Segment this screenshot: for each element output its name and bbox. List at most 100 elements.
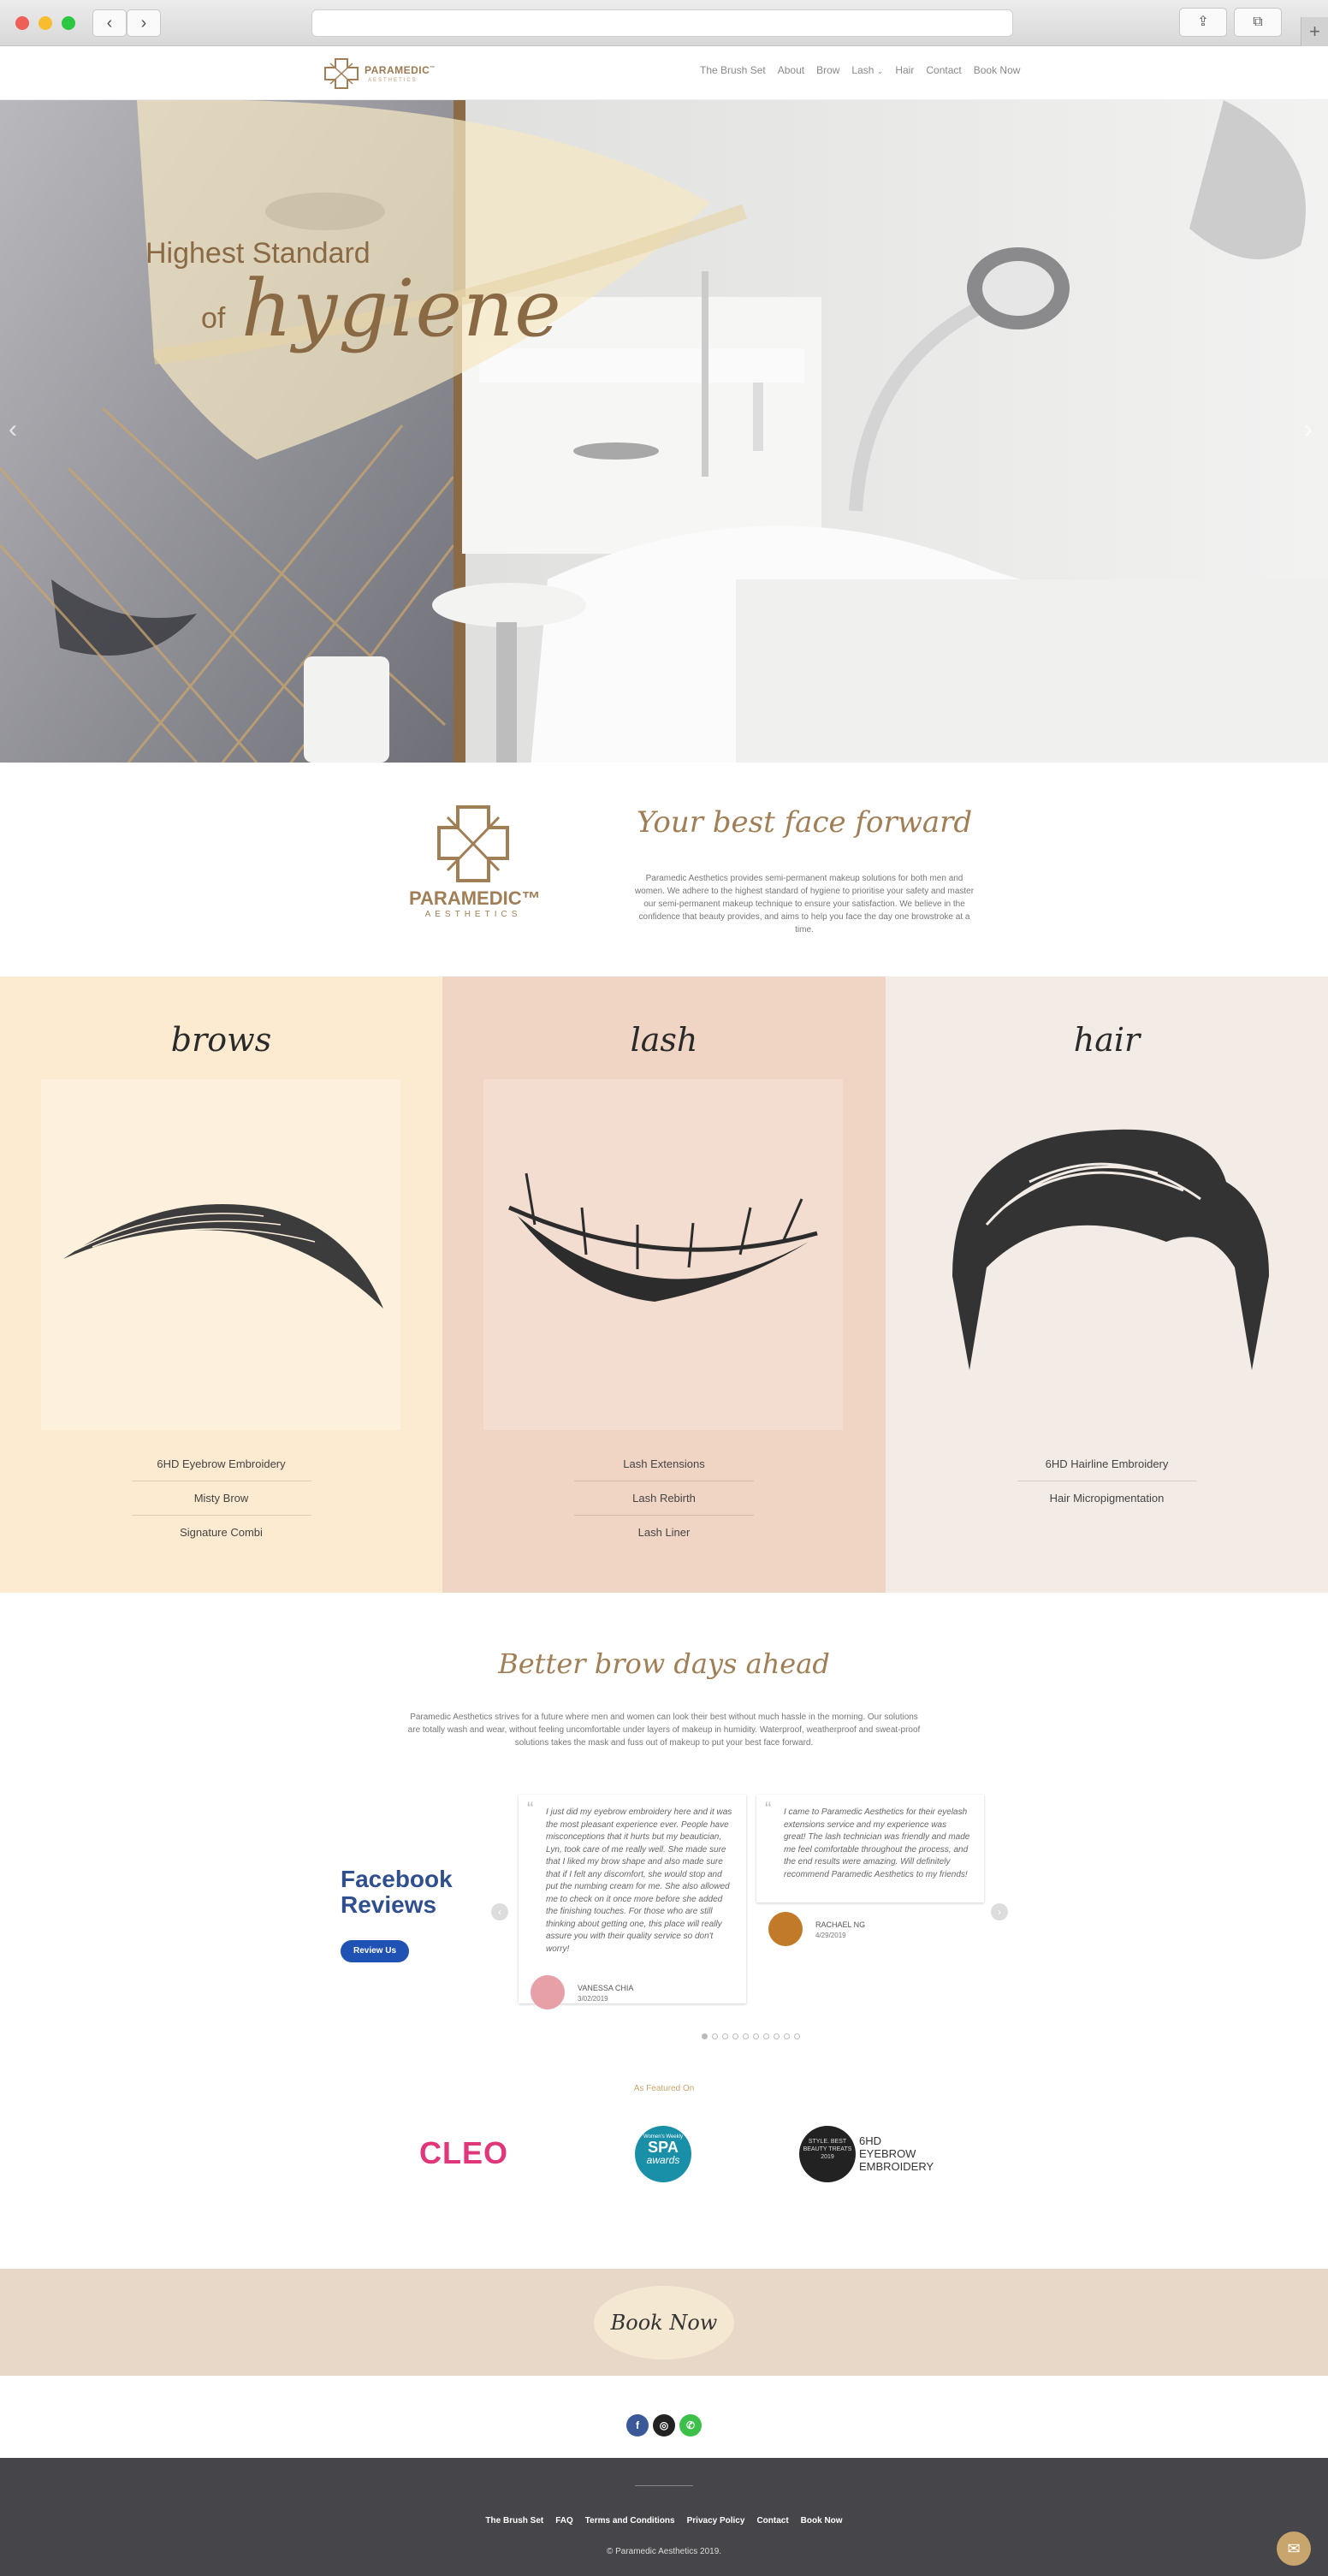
carousel-dot[interactable] [702,2033,708,2039]
featured-label: As Featured On [633,2084,695,2093]
forward-button[interactable]: › [127,9,161,37]
nav-about[interactable]: About [778,64,804,76]
nav-book-now[interactable]: Book Now [974,64,1021,76]
service-column-lash: lash Lash Extensions Lash Rebirth Lash L… [442,976,886,1593]
service-link-hair-micropigmentation[interactable]: Hair Micropigmentation [1017,1481,1197,1515]
carousel-dot[interactable] [743,2033,749,2039]
review-us-button[interactable]: Review Us [341,1940,409,1962]
brows-title: brows [170,1021,272,1059]
back-button[interactable]: ‹ [92,9,127,37]
chevron-right-icon: › [998,1906,1001,1918]
close-window-dot[interactable] [15,16,29,30]
carousel-pagination [702,2033,800,2039]
main-nav: The Brush Set About Brow Lash ⌄ Hair Con… [700,64,1020,76]
footer-link-faq[interactable]: FAQ [555,2516,573,2526]
spa-awards-top: Women's Weekly [643,2134,683,2140]
cross-logo-icon [437,805,509,882]
service-link-lash-liner[interactable]: Lash Liner [574,1516,754,1549]
messenger-chat-button[interactable]: ✉ [1277,2531,1311,2566]
chevron-left-icon: ‹ [498,1906,501,1918]
cleo-logo: CLEO [419,2135,509,2170]
minimize-window-dot[interactable] [39,16,52,30]
lash-title: lash [630,1021,698,1059]
footer-divider [635,2485,693,2486]
spa-awards-logo: Women's Weekly SPA awards [635,2126,691,2182]
spa-awards-mid: SPA [648,2139,679,2156]
hair-service-list: 6HD Hairline Embroidery Hair Micropigmen… [886,1447,1328,1515]
nav-brush-set[interactable]: The Brush Set [700,64,766,76]
carousel-dot[interactable] [794,2033,800,2039]
plus-icon: + [1309,21,1320,42]
service-link-lash-rebirth[interactable]: Lash Rebirth [574,1481,754,1516]
footer-link-terms[interactable]: Terms and Conditions [585,2516,675,2526]
spa-awards-bottom: awards [646,2154,680,2166]
carousel-dot[interactable] [712,2033,718,2039]
share-icon: ⇪ [1197,15,1209,29]
maximize-window-dot[interactable] [62,16,75,30]
6hd-label-line: EMBROIDERY [859,2160,934,2173]
reviews-next-button[interactable]: › [991,1903,1008,1920]
avatar [768,1912,803,1946]
reviewer-name: RACHAEL NG [815,1920,866,1929]
facebook-reviews-title: Facebook Reviews [341,1867,453,1918]
footer-link-contact[interactable]: Contact [756,2516,788,2526]
chevron-right-icon: › [140,14,147,33]
share-button[interactable]: ⇪ [1179,8,1227,37]
review-text: I just did my eyebrow embroidery here an… [546,1807,732,1954]
social-links: f ◎ ✆ [0,2376,1328,2458]
quote-icon: “ [527,1798,534,1819]
hero-next-arrow[interactable]: › [1304,415,1313,444]
header-logo[interactable]: PARAMEDIC™ AESTHETICS [323,54,452,92]
service-link-misty-brow[interactable]: Misty Brow [131,1481,311,1516]
carousel-dot[interactable] [784,2033,790,2039]
carousel-dot[interactable] [763,2033,769,2039]
book-now-button[interactable]: Book Now [594,2286,734,2359]
nav-lash[interactable]: Lash ⌄ [851,64,883,76]
service-link-6hd-eyebrow[interactable]: 6HD Eyebrow Embroidery [131,1447,311,1481]
hero-prev-arrow[interactable]: ‹ [9,415,17,444]
intro-title: Your best face forward [636,805,973,840]
footer-link-privacy[interactable]: Privacy Policy [687,2516,745,2526]
new-tab-button[interactable]: + [1301,17,1328,46]
cross-logo-icon [324,58,359,89]
whatsapp-icon[interactable]: ✆ [679,2414,702,2437]
service-column-brows: brows 6HD Eyebrow Embroidery Misty Brow … [0,976,442,1593]
brows-service-list: 6HD Eyebrow Embroidery Misty Brow Signat… [0,1447,442,1549]
chevron-right-icon: › [1304,415,1313,443]
intro-logo-subtitle: AESTHETICS [424,910,522,919]
service-link-signature-combi[interactable]: Signature Combi [132,1516,311,1549]
brow-days-section: Better brow days ahead Paramedic Aesthet… [0,1593,1328,1755]
hair-illustration [927,1079,1286,1430]
header-logo-subtitle: AESTHETICS [368,78,418,83]
as-featured-on-section: As Featured On CLEO Women's Weekly SPA a… [0,2055,1328,2269]
carousel-dot[interactable] [774,2033,780,2039]
instagram-icon[interactable]: ◎ [653,2414,675,2437]
site-footer: The Brush Set FAQ Terms and Conditions P… [0,2458,1328,2576]
nav-hair[interactable]: Hair [895,64,914,76]
6hd-label-line: 6HD [859,2134,882,2147]
tabs-button[interactable]: ⧉ [1234,8,1282,37]
brow-days-text: Paramedic Aesthetics strives for a futur… [407,1712,921,1748]
service-link-lash-extensions[interactable]: Lash Extensions [574,1447,754,1481]
copyright-text: © Paramedic Aesthetics 2019. [606,2547,722,2556]
nav-contact[interactable]: Contact [926,64,961,76]
footer-link-book-now[interactable]: Book Now [801,2516,843,2526]
carousel-dot[interactable] [753,2033,759,2039]
service-link-6hd-hairline[interactable]: 6HD Hairline Embroidery [1017,1447,1197,1481]
carousel-dot[interactable] [722,2033,728,2039]
lash-service-list: Lash Extensions Lash Rebirth Lash Liner [442,1447,886,1549]
review-text: I came to Paramedic Aesthetics for their… [784,1807,970,1879]
eyebrow-illustration [41,1079,400,1430]
book-now-band: Book Now [0,2269,1328,2376]
nav-brow[interactable]: Brow [816,64,839,76]
reviews-prev-button[interactable]: ‹ [491,1903,508,1920]
header-logo-name: PARAMEDIC™ [365,64,436,76]
facebook-icon[interactable]: f [626,2414,649,2437]
services-section: brows 6HD Eyebrow Embroidery Misty Brow … [0,976,1328,1593]
review-date: 3/02/2019 [578,1995,608,2003]
carousel-dot[interactable] [732,2033,738,2039]
nav-lash-label: Lash [851,64,874,76]
style-best-beauty-badge: STYLE. BEST BEAUTY TREATS 2019 [799,2126,856,2182]
address-bar[interactable] [311,9,1013,37]
footer-link-brush-set[interactable]: The Brush Set [485,2516,543,2526]
